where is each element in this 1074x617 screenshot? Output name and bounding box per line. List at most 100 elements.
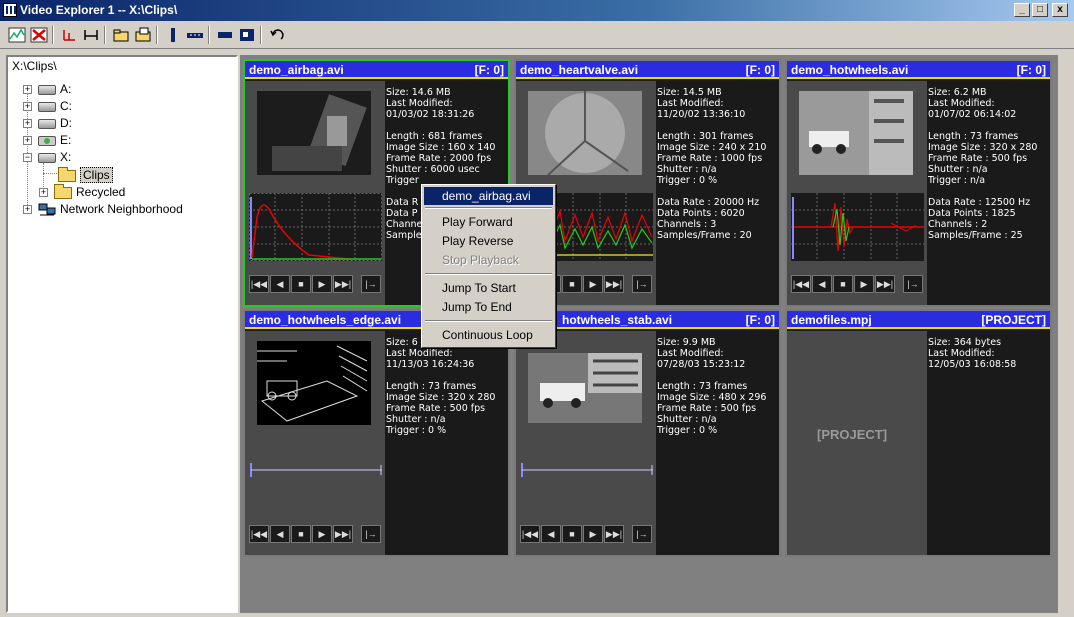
strip-view-icon[interactable] [184,25,206,45]
clip-thumbnail[interactable] [799,91,913,175]
floppy-drive-icon [38,84,56,95]
thumbnail-view-icon[interactable] [214,25,236,45]
hard-drive-icon [38,118,56,129]
save-icon[interactable] [132,25,154,45]
expand-toggle-d[interactable]: + [23,119,32,128]
clip-header: demo_airbag.avi [F: 0] [245,61,508,79]
skip-end-button[interactable]: ▶▶| [604,525,624,543]
tree-item-d[interactable]: D: [38,115,72,131]
skip-end-button[interactable]: ▶▶| [333,525,353,543]
play-reverse-button[interactable]: ◀ [541,525,561,543]
stop-button[interactable]: ■ [291,275,311,293]
skip-end-button[interactable]: ▶▶| [604,275,624,293]
minimize-button[interactable]: _ [1014,3,1030,17]
clip-info: Size: 6 Last Modified: 11/13/03 16:24:36 L… [386,337,496,436]
toolbar [0,21,1074,49]
stop-button[interactable]: ■ [562,525,582,543]
menu-item-play-reverse[interactable]: Play Reverse [424,232,553,250]
clip-panel-project[interactable]: demofiles.mpj [PROJECT] [PROJECT] Size: 3… [785,309,1052,557]
export-button[interactable]: |→ [361,525,381,543]
play-button[interactable]: ▶ [583,275,603,293]
menu-item-filename[interactable]: demo_airbag.avi [424,187,553,205]
project-preview-area: [PROJECT] [787,331,927,555]
menu-item-jump-to-end[interactable]: Jump To End [424,298,553,316]
collapse-toggle-x[interactable]: − [23,153,32,162]
expand-toggle-e[interactable]: + [23,136,32,145]
skip-start-button[interactable]: |◀◀ [249,275,269,293]
data-graph [520,443,653,511]
network-icon [38,203,56,217]
tree-item-network[interactable]: Network Neighborhood [38,201,183,217]
play-button[interactable]: ▶ [312,275,332,293]
tree-item-recycled[interactable]: Recycled [54,183,125,200]
export-button[interactable]: |→ [632,525,652,543]
maximize-button[interactable]: □ [1032,3,1048,17]
export-button[interactable]: |→ [632,275,652,293]
menu-item-stop-playback: Stop Playback [442,253,519,267]
clip-thumbnail[interactable] [257,91,371,175]
single-view-icon[interactable] [162,25,184,45]
skip-start-button[interactable]: |◀◀ [791,275,811,293]
clip-thumbnail[interactable] [528,353,642,423]
clip-info: Size: 14.5 MB Last Modified: 11/20/02 13:3… [657,87,767,241]
hard-drive-icon [38,101,56,112]
network-drive-icon [38,135,56,146]
folder-tree[interactable]: X:\Clips\ + A: + C: + D: + E: − X: Clips… [6,55,238,613]
grid-view-icon[interactable] [236,25,258,45]
stop-button[interactable]: ■ [291,525,311,543]
app-icon [3,3,17,17]
open-folder-icon [58,166,76,182]
expand-toggle-recycled[interactable]: + [39,188,48,197]
clip-thumbnail[interactable] [257,341,371,425]
clip-preview-area: |◀◀ ◀ ■ ▶ ▶▶| |→ [245,81,385,305]
export-button[interactable]: |→ [903,275,923,293]
data-graph [249,443,382,511]
open-folder-icon[interactable] [110,25,132,45]
expand-toggle-c[interactable]: + [23,102,32,111]
tree-item-c[interactable]: C: [38,98,72,114]
skip-end-button[interactable]: ▶▶| [875,275,895,293]
tree-item-clips[interactable]: Clips [58,166,113,183]
undo-icon[interactable] [266,25,288,45]
clip-header: demo_hotwheels.avi [F: 0] [787,61,1050,79]
title-bar: Video Explorer 1 -- X:\Clips\ _ □ x [0,0,1074,21]
play-button[interactable]: ▶ [583,525,603,543]
clip-grid: demo_airbag.avi[F: 0] |◀◀ ◀ ■ ▶ ▶▶| |→ [240,55,1058,613]
stop-button[interactable]: ■ [562,275,582,293]
play-reverse-button[interactable]: ◀ [270,275,290,293]
expand-toggle-a[interactable]: + [23,85,32,94]
export-button[interactable]: |→ [361,275,381,293]
play-button[interactable]: ▶ [312,525,332,543]
clip-panel-hotwheels[interactable]: demo_hotwheels.avi [F: 0] |◀◀ ◀ ■ ▶ ▶▶| |… [785,59,1052,307]
tree-item-e[interactable]: E: [38,132,71,148]
menu-item-jump-to-start[interactable]: Jump To Start [424,279,553,297]
clip-info: Size: 6.2 MB Last Modified: 01/07/02 06:14… [928,87,1038,241]
play-reverse-button[interactable]: ◀ [270,525,290,543]
skip-start-button[interactable]: |◀◀ [520,525,540,543]
expand-toggle-network[interactable]: + [23,205,32,214]
delete-icon[interactable] [28,25,50,45]
clip-info: Size: 9.9 MB Last Modified: 07/28/03 15:23… [657,337,767,436]
close-button[interactable]: x [1052,3,1068,17]
window-title: Video Explorer 1 -- X:\Clips\ [20,3,178,17]
playback-controls: |◀◀ ◀ ■ ▶ ▶▶| |→ [791,275,924,293]
tree-item-x[interactable]: X: [38,149,71,165]
skip-end-button[interactable]: ▶▶| [333,275,353,293]
menu-item-continuous-loop[interactable]: Continuous Loop [424,326,553,344]
stop-button[interactable]: ■ [833,275,853,293]
playback-controls: |◀◀ ◀ ■ ▶ ▶▶| |→ [249,525,382,543]
tree-path: X:\Clips\ [12,59,57,73]
hard-drive-icon [38,152,56,163]
menu-item-play-forward[interactable]: Play Forward [424,213,553,231]
tree-item-a[interactable]: A: [38,81,71,97]
skip-start-button[interactable]: |◀◀ [249,525,269,543]
data-graph [249,193,382,261]
play-reverse-button[interactable]: ◀ [812,275,832,293]
play-button[interactable]: ▶ [854,275,874,293]
chart-icon[interactable] [6,25,28,45]
trim-range-icon[interactable] [80,25,102,45]
clip-thumbnail[interactable] [528,91,642,175]
trim-start-icon[interactable] [58,25,80,45]
playback-controls: |◀◀ ◀ ■ ▶ ▶▶| |→ [520,525,653,543]
clip-info: Size: 364 bytes Last Modified: 12/05/03 16… [928,337,1017,370]
